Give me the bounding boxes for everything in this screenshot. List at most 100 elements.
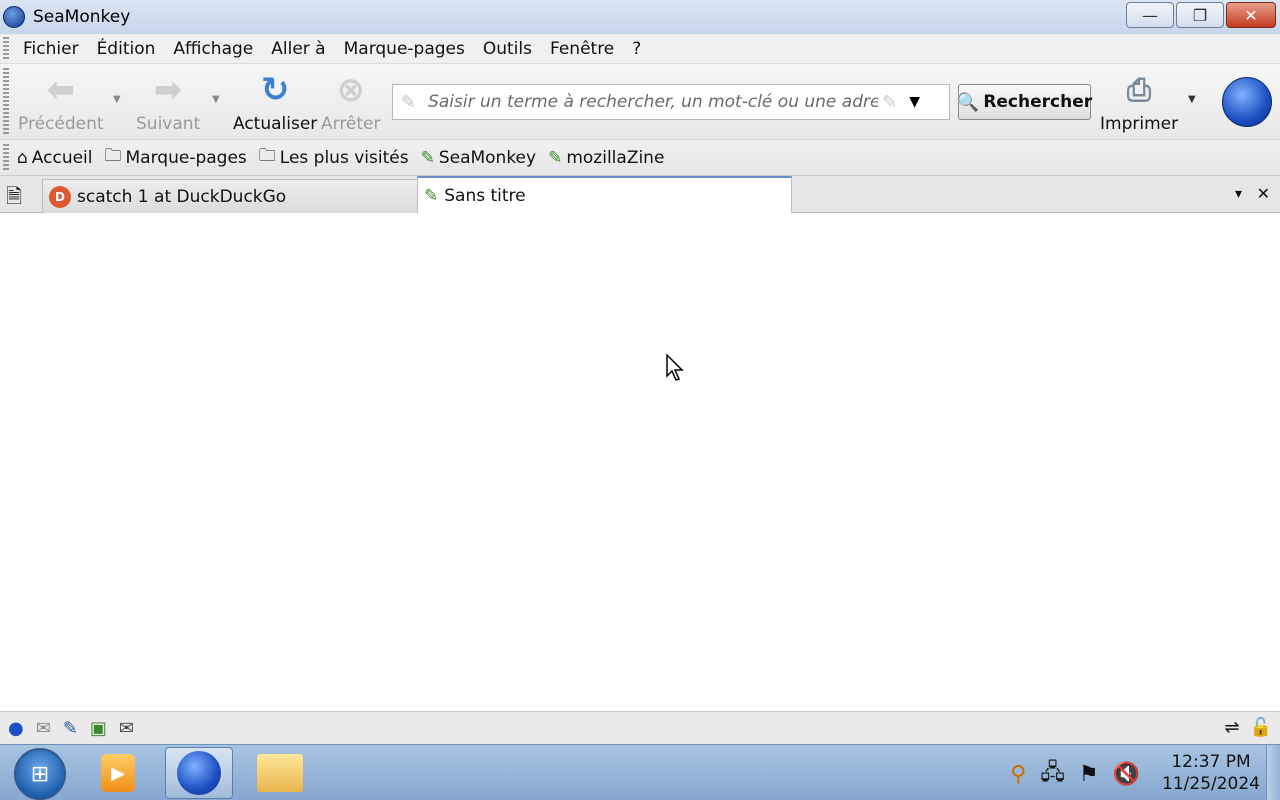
window-controls: — ❐ ✕: [1126, 2, 1276, 28]
bookmark-label: mozillaZine: [566, 147, 665, 168]
action-center-flag-icon[interactable]: ⚑: [1079, 762, 1099, 787]
minimize-button[interactable]: —: [1126, 2, 1174, 28]
taskbar: ⊞ ▶ ⚲ 🖧 ⚑ 🔇 12:37 PM 11/25/2024: [0, 744, 1280, 800]
back-history-dropdown-icon[interactable]: ▼: [113, 94, 121, 105]
menu-aller[interactable]: Aller à: [271, 39, 325, 59]
search-icon: 🔍: [956, 91, 980, 113]
forward-history-dropdown-icon[interactable]: ▼: [212, 94, 220, 105]
addressbook-icon[interactable]: ▣: [90, 718, 107, 739]
network-icon[interactable]: 🖧: [1040, 755, 1065, 793]
taskbar-seamonkey[interactable]: [165, 747, 233, 799]
seamonkey-leaf-icon: ✎: [420, 147, 435, 168]
bookmark-label: Accueil: [31, 147, 93, 168]
folder-icon: [257, 754, 303, 792]
taskbar-file-explorer[interactable]: [246, 747, 314, 799]
tab-sans-titre[interactable]: ✎ Sans titre: [417, 176, 792, 214]
forward-label: Suivant: [136, 114, 201, 134]
search-button[interactable]: 🔍 Rechercher: [956, 84, 1093, 120]
clock-date: 11/25/2024: [1162, 774, 1260, 794]
menu-edition[interactable]: Édition: [97, 39, 156, 59]
search-label: Rechercher: [983, 92, 1093, 112]
menu-fenetre[interactable]: Fenêtre: [550, 39, 614, 59]
clock[interactable]: 12:37 PM 11/25/2024: [1162, 751, 1260, 795]
stop-label: Arrêter: [321, 114, 381, 134]
tab-bar: 🗎 D scatch 1 at DuckDuckGo ✎ Sans titre …: [0, 176, 1280, 216]
toolbar-grip[interactable]: [3, 143, 9, 172]
taskbar-media-player[interactable]: ▶: [84, 747, 152, 799]
forward-button[interactable]: ➡ Suivant: [136, 68, 200, 134]
menu-fichier[interactable]: Fichier: [23, 39, 79, 59]
bookmark-label: SeaMonkey: [438, 147, 537, 168]
new-tab-icon[interactable]: 🗎: [6, 182, 22, 216]
folder-recent-icon: 🗀: [258, 146, 276, 166]
back-arrow-icon: ⬅: [46, 70, 76, 110]
window-title: SeaMonkey: [33, 7, 131, 27]
tab-label: scatch 1 at DuckDuckGo: [77, 186, 287, 207]
page-content[interactable]: [0, 213, 1280, 711]
composer-icon[interactable]: ✎: [63, 718, 78, 739]
tab-list-dropdown-icon[interactable]: ▾: [1235, 186, 1242, 202]
menu-outils[interactable]: Outils: [483, 39, 532, 59]
status-right: ⇌ 🔓: [1224, 717, 1272, 738]
reload-button[interactable]: ↻ Actualiser: [233, 68, 317, 134]
page-proxy-icon: ✎: [401, 91, 417, 113]
reload-label: Actualiser: [233, 114, 318, 134]
stop-icon: ⊗: [336, 70, 366, 110]
stop-button[interactable]: ⊗ Arrêter: [321, 68, 381, 134]
status-bar: ● ✉ ✎ ▣ ✉ ⇌ 🔓: [0, 711, 1280, 744]
chatzilla-icon[interactable]: ✉: [119, 718, 134, 739]
show-desktop-button[interactable]: [1266, 745, 1280, 800]
tab-label: Sans titre: [444, 186, 526, 206]
browser-globe-icon[interactable]: ●: [8, 718, 24, 739]
mouse-cursor-icon: [666, 353, 686, 387]
print-button[interactable]: ⎙ Imprimer: [1100, 68, 1179, 135]
menu-bar: Fichier Édition Affichage Aller à Marque…: [0, 34, 1280, 64]
menu-affichage[interactable]: Affichage: [173, 39, 253, 59]
tab-duckduckgo[interactable]: D scatch 1 at DuckDuckGo: [42, 179, 418, 213]
url-history-dropdown-icon[interactable]: ▼: [909, 94, 920, 110]
toolbar-grip[interactable]: [3, 68, 9, 134]
back-button[interactable]: ⬅ Précédent: [18, 68, 104, 134]
bookmark-label: Marque-pages: [125, 147, 247, 168]
media-player-icon: ▶: [101, 754, 135, 792]
reload-icon: ↻: [260, 70, 290, 110]
restore-button[interactable]: ❐: [1176, 2, 1224, 28]
mail-icon[interactable]: ✉: [36, 718, 51, 739]
system-tray: ⚲ 🖧 ⚑ 🔇: [1010, 755, 1140, 793]
bookmark-seamonkey[interactable]: ✎ SeaMonkey: [421, 148, 537, 168]
bookmark-label: Les plus visités: [279, 147, 409, 168]
forward-arrow-icon: ➡: [153, 70, 183, 110]
seamonkey-icon: [177, 751, 221, 795]
search-tray-icon[interactable]: ⚲: [1010, 762, 1026, 787]
clock-time: 12:37 PM: [1171, 752, 1251, 772]
close-tab-icon[interactable]: ✕: [1257, 184, 1270, 203]
bookmark-marque-pages[interactable]: 🗀 Marque-pages: [105, 143, 247, 172]
url-bar[interactable]: ✎ ✎ ▼: [392, 84, 950, 120]
title-bar: SeaMonkey — ❐ ✕: [0, 0, 1280, 34]
seamonkey-leaf-icon: ✎: [548, 147, 563, 168]
home-icon: ⌂: [17, 147, 28, 168]
print-label: Imprimer: [1100, 114, 1179, 134]
menu-marque-pages[interactable]: Marque-pages: [344, 39, 465, 59]
connection-icon[interactable]: ⇌: [1224, 717, 1239, 738]
back-label: Précédent: [18, 114, 104, 134]
volume-muted-icon[interactable]: 🔇: [1113, 762, 1140, 787]
print-dropdown-icon[interactable]: ▼: [1188, 94, 1196, 105]
toolbar-grip[interactable]: [3, 36, 9, 61]
folder-icon: 🗀: [104, 146, 122, 166]
start-button[interactable]: ⊞: [14, 748, 66, 800]
bookmark-accueil[interactable]: ⌂ Accueil: [17, 148, 93, 168]
close-button[interactable]: ✕: [1226, 2, 1276, 28]
seamonkey-app-icon[interactable]: [3, 6, 25, 28]
duckduckgo-icon: D: [49, 185, 71, 208]
menu-help[interactable]: ?: [632, 39, 641, 59]
bookmark-les-plus-visites[interactable]: 🗀 Les plus visités: [259, 143, 409, 172]
bookmarks-toolbar: ⌂ Accueil 🗀 Marque-pages 🗀 Les plus visi…: [0, 140, 1280, 176]
seamonkey-leaf-icon: ✎: [424, 186, 439, 206]
seamonkey-throbber-icon[interactable]: [1222, 77, 1272, 127]
url-input[interactable]: [428, 92, 879, 112]
security-lock-icon[interactable]: 🔓: [1250, 717, 1272, 738]
printer-icon: ⎙: [1127, 72, 1152, 108]
bookmark-mozillazine[interactable]: ✎ mozillaZine: [548, 148, 664, 168]
identity-leaf-icon: ✎: [882, 91, 898, 113]
